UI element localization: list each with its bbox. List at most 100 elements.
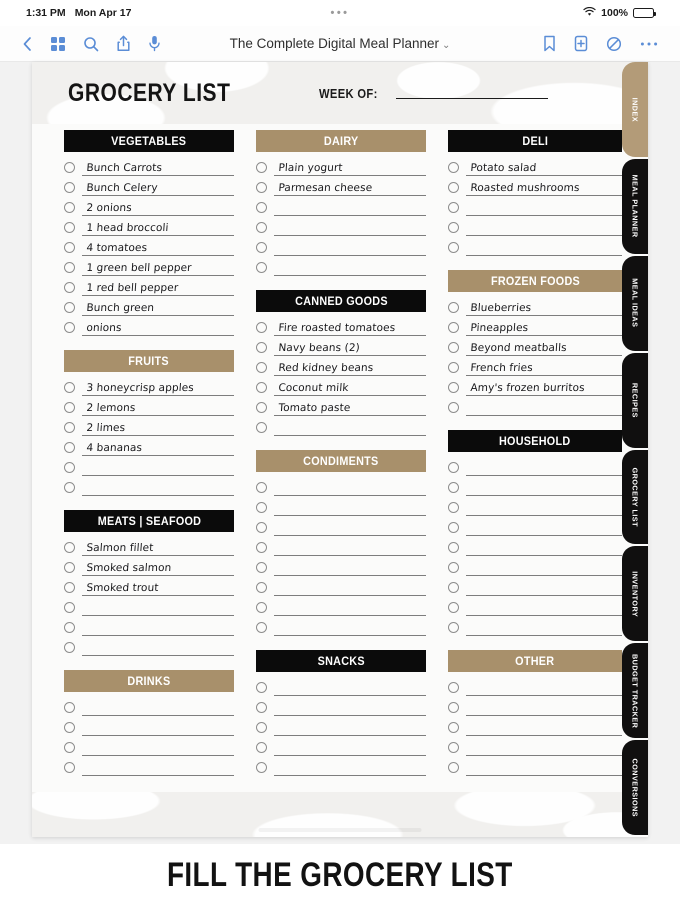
checkbox-bubble[interactable] <box>256 602 268 613</box>
checkbox-bubble[interactable] <box>448 762 460 773</box>
list-item[interactable] <box>256 556 427 576</box>
more-options-icon[interactable] <box>640 41 658 47</box>
write-line[interactable] <box>466 536 622 556</box>
checkbox-bubble[interactable] <box>64 642 75 653</box>
write-line[interactable] <box>274 216 427 236</box>
list-item[interactable]: 1 head broccoli <box>64 216 235 236</box>
list-item[interactable] <box>256 576 427 596</box>
write-line[interactable]: 1 head broccoli <box>82 216 235 236</box>
write-line[interactable] <box>466 396 622 416</box>
write-line[interactable]: Fire roasted tomatoes <box>274 316 427 336</box>
list-item[interactable]: Smoked trout <box>64 576 235 596</box>
checkbox-bubble[interactable] <box>256 222 268 233</box>
list-item[interactable]: 1 green bell pepper <box>64 256 235 276</box>
write-line[interactable] <box>274 576 427 596</box>
checkbox-bubble[interactable] <box>448 302 460 313</box>
list-item[interactable]: Pineapples <box>448 316 622 336</box>
checkbox-bubble[interactable] <box>64 422 75 433</box>
checkbox-bubble[interactable] <box>64 742 75 753</box>
checkbox-bubble[interactable] <box>64 222 75 233</box>
thumbnails-grid-icon[interactable] <box>50 36 66 52</box>
checkbox-bubble[interactable] <box>256 502 268 513</box>
write-line[interactable]: 3 honeycrisp apples <box>82 376 235 396</box>
week-of-field[interactable]: WEEK OF: <box>319 86 548 101</box>
write-line[interactable]: French fries <box>466 356 622 376</box>
write-line[interactable]: Amy's frozen burritos <box>466 376 622 396</box>
write-line[interactable] <box>274 676 427 696</box>
list-item[interactable]: Blueberries <box>448 296 622 316</box>
checkbox-bubble[interactable] <box>64 302 75 313</box>
write-line[interactable] <box>466 196 622 216</box>
list-item[interactable]: 2 onions <box>64 196 235 216</box>
write-line[interactable] <box>274 716 427 736</box>
list-item[interactable] <box>448 236 622 256</box>
checkbox-bubble[interactable] <box>448 582 460 593</box>
write-line[interactable]: onions <box>82 316 235 336</box>
write-line[interactable] <box>274 556 427 576</box>
list-item[interactable] <box>64 756 235 776</box>
checkbox-bubble[interactable] <box>448 702 460 713</box>
checkbox-bubble[interactable] <box>64 762 75 773</box>
list-item[interactable] <box>64 476 235 496</box>
side-tab-grocery-list[interactable]: GROCERY LIST <box>622 449 648 545</box>
checkbox-bubble[interactable] <box>64 242 75 253</box>
list-item[interactable] <box>256 676 427 696</box>
write-line[interactable]: Bunch Celery <box>82 176 235 196</box>
write-line[interactable] <box>274 616 427 636</box>
list-item[interactable] <box>256 696 427 716</box>
write-line[interactable] <box>274 536 427 556</box>
list-item[interactable]: Bunch Carrots <box>64 156 235 176</box>
list-item[interactable] <box>256 616 427 636</box>
list-item[interactable]: Navy beans (2) <box>256 336 427 356</box>
list-item[interactable] <box>64 456 235 476</box>
checkbox-bubble[interactable] <box>64 562 75 573</box>
checkbox-bubble[interactable] <box>448 222 460 233</box>
checkbox-bubble[interactable] <box>64 402 75 413</box>
write-line[interactable]: Bunch green <box>82 296 235 316</box>
list-item[interactable] <box>64 696 235 716</box>
write-line[interactable]: Red kidney beans <box>274 356 427 376</box>
list-item[interactable]: Bunch Celery <box>64 176 235 196</box>
list-item[interactable] <box>256 476 427 496</box>
write-line[interactable] <box>466 736 622 756</box>
list-item[interactable] <box>256 536 427 556</box>
write-line[interactable] <box>82 716 235 736</box>
checkbox-bubble[interactable] <box>448 462 460 473</box>
list-item[interactable]: 4 bananas <box>64 436 235 456</box>
checkbox-bubble[interactable] <box>256 722 268 733</box>
checkbox-bubble[interactable] <box>256 482 268 493</box>
checkbox-bubble[interactable] <box>64 322 75 333</box>
write-line[interactable]: 2 onions <box>82 196 235 216</box>
checkbox-bubble[interactable] <box>448 602 460 613</box>
list-item[interactable] <box>256 196 427 216</box>
checkbox-bubble[interactable] <box>256 182 268 193</box>
list-item[interactable] <box>256 716 427 736</box>
checkbox-bubble[interactable] <box>64 542 75 553</box>
write-line[interactable]: Bunch Carrots <box>82 156 235 176</box>
list-item[interactable] <box>448 496 622 516</box>
write-line[interactable] <box>82 456 235 476</box>
list-item[interactable] <box>256 756 427 776</box>
checkbox-bubble[interactable] <box>448 322 460 333</box>
checkbox-bubble[interactable] <box>256 382 268 393</box>
write-line[interactable]: Smoked trout <box>82 576 235 596</box>
list-item[interactable] <box>256 496 427 516</box>
list-item[interactable] <box>256 516 427 536</box>
checkbox-bubble[interactable] <box>256 262 268 273</box>
checkbox-bubble[interactable] <box>448 342 460 353</box>
list-item[interactable] <box>448 216 622 236</box>
checkbox-bubble[interactable] <box>448 382 460 393</box>
checkbox-bubble[interactable] <box>64 582 75 593</box>
write-line[interactable] <box>466 456 622 476</box>
side-tab-inventory[interactable]: INVENTORY <box>622 546 648 642</box>
checkbox-bubble[interactable] <box>256 522 268 533</box>
checkbox-bubble[interactable] <box>256 202 268 213</box>
write-line[interactable] <box>466 236 622 256</box>
write-line[interactable] <box>466 676 622 696</box>
list-item[interactable] <box>448 736 622 756</box>
checkbox-bubble[interactable] <box>448 202 460 213</box>
checkbox-bubble[interactable] <box>256 562 268 573</box>
list-item[interactable] <box>448 456 622 476</box>
write-line[interactable]: 1 red bell pepper <box>82 276 235 296</box>
write-line[interactable] <box>274 496 427 516</box>
